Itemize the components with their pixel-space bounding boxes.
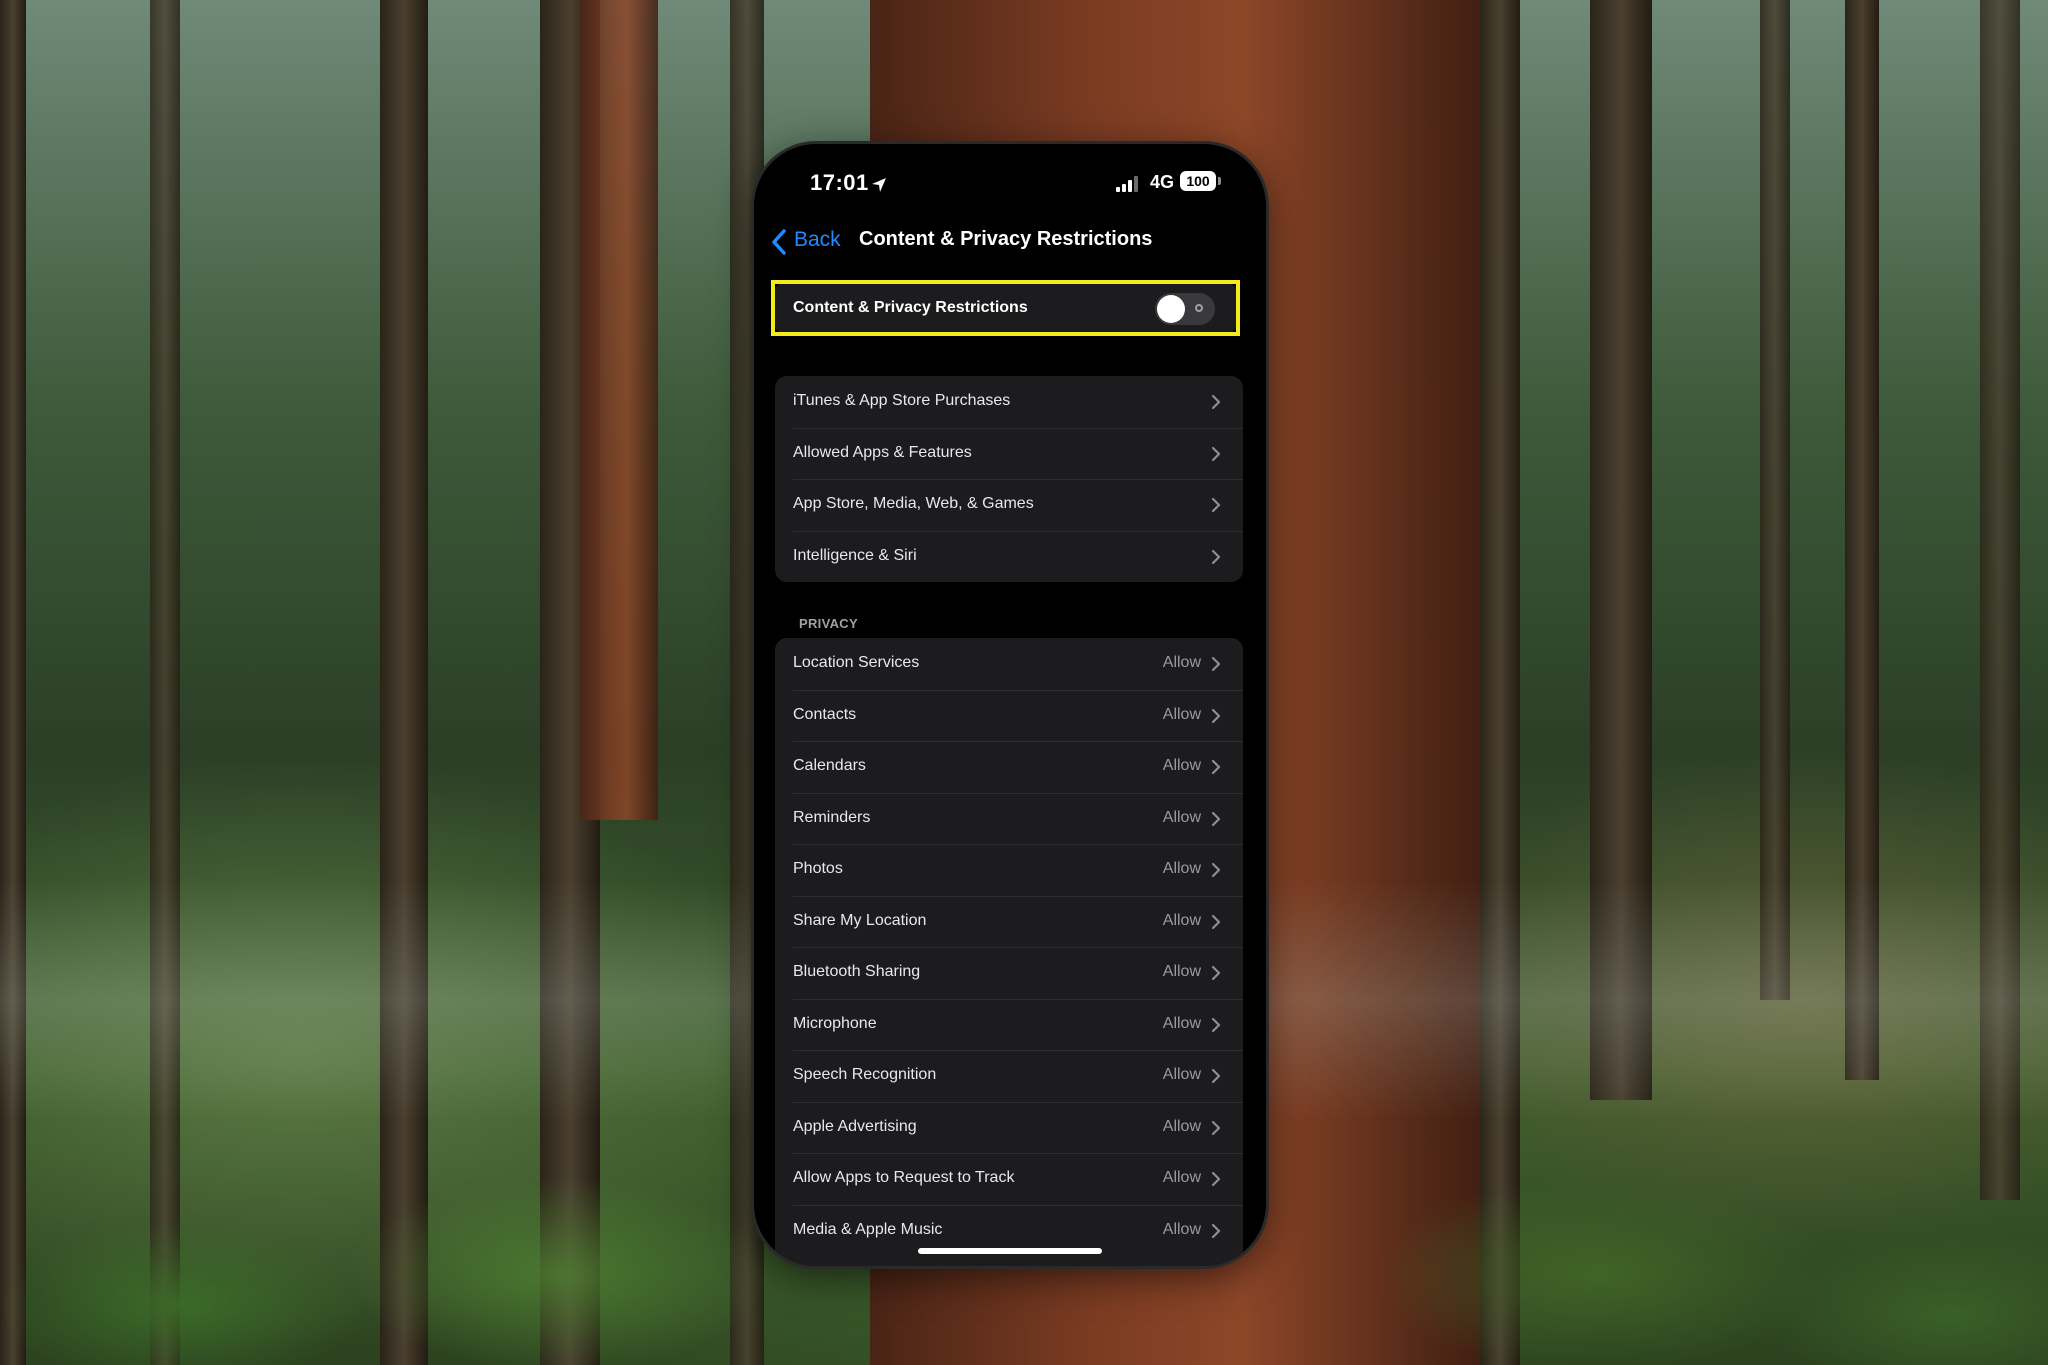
list-item-intelligence-siri[interactable]: Intelligence & Siri xyxy=(775,530,1243,583)
row-value: Allow xyxy=(1162,1220,1201,1238)
chevron-right-icon xyxy=(1211,708,1221,723)
row-label: Contacts xyxy=(793,705,857,723)
chevron-right-icon xyxy=(1211,914,1221,929)
chevron-right-icon xyxy=(1211,1223,1221,1238)
row-value: Allow xyxy=(1162,860,1201,877)
list-item-location-services[interactable]: Location Services Allow xyxy=(775,638,1243,690)
chevron-right-icon xyxy=(1211,394,1221,410)
battery-icon: 100 xyxy=(1180,171,1216,191)
list-item-bluetooth-sharing[interactable]: Bluetooth Sharing Allow xyxy=(775,947,1243,999)
list-item-calendars[interactable]: Calendars Allow xyxy=(775,741,1243,793)
list-item-apple-advertising[interactable]: Apple Advertising Allow xyxy=(775,1101,1243,1154)
row-value: Allow xyxy=(1162,1014,1201,1032)
chevron-right-icon xyxy=(1211,497,1221,513)
cellular-signal-icon xyxy=(1116,176,1138,192)
privacy-section-header: PRIVACY xyxy=(799,616,858,631)
row-value: Allow xyxy=(1162,963,1201,980)
chevron-right-icon xyxy=(1211,1068,1221,1084)
row-value: Allow xyxy=(1162,1066,1201,1083)
list-item-speech-recognition[interactable]: Speech Recognition Allow xyxy=(775,1050,1243,1102)
chevron-right-icon xyxy=(1211,811,1221,826)
row-value: Allow xyxy=(1162,911,1201,929)
row-value: Allow xyxy=(1162,1117,1201,1135)
chevron-right-icon xyxy=(1211,965,1221,981)
chevron-right-icon xyxy=(1211,446,1221,461)
chevron-right-icon xyxy=(1211,1171,1221,1187)
content-settings-group: iTunes & App Store Purchases Allowed App… xyxy=(775,376,1243,582)
chevron-right-icon xyxy=(1211,759,1221,775)
row-label: Allowed Apps & Features xyxy=(793,443,972,461)
battery-cap xyxy=(1218,177,1221,185)
row-value: Allow xyxy=(1162,1169,1201,1186)
list-item-contacts[interactable]: Contacts Allow xyxy=(775,689,1243,742)
chevron-right-icon xyxy=(1211,656,1221,672)
row-label: Calendars xyxy=(793,757,866,774)
network-type: 4G xyxy=(1150,172,1175,192)
phone-screen: 17:01 4G 100 Back Content & Privacy Rest… xyxy=(754,144,1266,1266)
row-label: Reminders xyxy=(793,808,871,826)
row-label: Speech Recognition xyxy=(793,1066,937,1083)
back-button[interactable]: Back xyxy=(794,228,841,252)
row-label: iTunes & App Store Purchases xyxy=(793,392,1011,409)
chevron-right-icon xyxy=(1211,549,1221,564)
row-label: Allow Apps to Request to Track xyxy=(793,1169,1015,1186)
row-label: Share My Location xyxy=(793,911,927,929)
chevron-right-icon xyxy=(1211,862,1221,878)
list-item-reminders[interactable]: Reminders Allow xyxy=(775,792,1243,845)
chevron-right-icon xyxy=(1211,1017,1221,1032)
list-item-share-my-location[interactable]: Share My Location Allow xyxy=(775,895,1243,948)
row-label: Apple Advertising xyxy=(793,1117,917,1135)
privacy-group: Location Services Allow Contacts Allow C… xyxy=(775,638,1243,1266)
status-time: 17:01 xyxy=(810,170,869,195)
status-bar: 17:01 4G 100 xyxy=(754,170,1266,204)
row-value: Allow xyxy=(1162,705,1201,723)
list-item-app-store-media[interactable]: App Store, Media, Web, & Games xyxy=(775,479,1243,531)
highlight-box xyxy=(771,280,1240,336)
row-label: App Store, Media, Web, & Games xyxy=(793,495,1034,512)
list-item-allow-apps-request-track[interactable]: Allow Apps to Request to Track Allow xyxy=(775,1153,1243,1205)
location-arrow-icon xyxy=(872,178,886,192)
list-item-microphone[interactable]: Microphone Allow xyxy=(775,998,1243,1051)
home-indicator[interactable] xyxy=(918,1248,1102,1254)
page-title: Content & Privacy Restrictions xyxy=(859,228,1153,250)
row-value: Allow xyxy=(1162,757,1201,774)
chevron-right-icon xyxy=(1211,1120,1221,1135)
row-label: Intelligence & Siri xyxy=(793,546,917,564)
list-item-allowed-apps[interactable]: Allowed Apps & Features xyxy=(775,427,1243,480)
row-label: Microphone xyxy=(793,1014,877,1032)
row-label: Photos xyxy=(793,860,843,877)
row-label: Bluetooth Sharing xyxy=(793,963,921,980)
navigation-bar: Back Content & Privacy Restrictions xyxy=(754,222,1266,262)
list-item-itunes-purchases[interactable]: iTunes & App Store Purchases xyxy=(775,376,1243,428)
row-value: Allow xyxy=(1162,654,1201,671)
list-item-photos[interactable]: Photos Allow xyxy=(775,844,1243,896)
row-value: Allow xyxy=(1162,808,1201,826)
row-label: Media & Apple Music xyxy=(793,1220,943,1238)
row-label: Location Services xyxy=(793,654,920,671)
chevron-left-icon[interactable] xyxy=(770,228,788,256)
